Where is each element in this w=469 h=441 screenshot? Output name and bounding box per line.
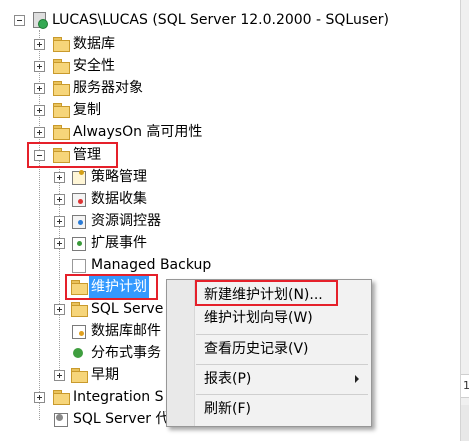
tree-item-label: SQL Server 代 (73, 411, 170, 427)
folder-icon (53, 81, 70, 96)
tree-item-label: 扩展事件 (91, 235, 147, 251)
menu-gutter (167, 280, 195, 426)
expand-icon[interactable] (34, 392, 45, 403)
expand-icon[interactable] (34, 105, 45, 116)
server-label: LUCAS\LUCAS (SQL Server 12.0.2000 - SQLu… (52, 12, 389, 28)
tree-item-label: 早期 (91, 367, 119, 383)
tree-item-label: 数据库 (73, 36, 115, 52)
folder-icon (71, 302, 88, 317)
highlight-maintenance-plans (65, 274, 158, 300)
tree-item-label: 安全性 (73, 58, 115, 74)
right-pane-block (461, 405, 469, 441)
folder-icon (53, 37, 70, 52)
mail-icon (71, 323, 87, 339)
expand-icon[interactable] (34, 127, 45, 138)
expand-icon[interactable] (54, 370, 65, 381)
tree-item-label: SQL Serve (91, 301, 164, 317)
menu-item-view-history[interactable]: 查看历史记录(V) (204, 338, 309, 360)
menu-separator (196, 334, 368, 335)
tree-item-label: 策略管理 (91, 169, 147, 185)
tree-item-label: 数据库邮件 (91, 323, 161, 339)
right-pane-fragment: 1 (463, 379, 469, 392)
extended-events-icon (71, 235, 87, 251)
expand-icon[interactable] (54, 216, 65, 227)
tree-item-label: AlwaysOn 高可用性 (73, 124, 203, 140)
highlight-new-maintenance-plan (195, 280, 338, 306)
submenu-arrow-icon (355, 375, 359, 383)
folder-icon (53, 103, 70, 118)
expand-icon[interactable] (34, 83, 45, 94)
expand-icon[interactable] (54, 304, 65, 315)
dtc-icon (71, 345, 87, 361)
expand-icon[interactable] (54, 238, 65, 249)
menu-item-maintenance-plan-wizard[interactable]: 维护计划向导(W) (204, 307, 313, 329)
highlight-management (27, 142, 118, 168)
right-pane-edge: 1 (460, 0, 469, 441)
data-collection-icon (71, 191, 87, 207)
resource-governor-icon (71, 213, 87, 229)
expand-icon[interactable] (54, 172, 65, 183)
tree-item-label: 复制 (73, 102, 101, 118)
expand-icon[interactable] (34, 39, 45, 50)
folder-icon (53, 390, 70, 405)
expand-icon[interactable] (54, 194, 65, 205)
expand-icon[interactable] (34, 61, 45, 72)
policy-icon (71, 169, 87, 185)
tree-item-label: Managed Backup (91, 257, 212, 273)
menu-separator (196, 364, 368, 365)
tree-item-label: 服务器对象 (73, 80, 143, 96)
server-icon (33, 12, 48, 29)
menu-separator (196, 394, 368, 395)
agent-icon (53, 411, 69, 427)
right-pane-field: 1 (461, 374, 469, 398)
folder-icon (53, 125, 70, 140)
managed-backup-icon (71, 257, 87, 273)
tree-item-label: 分布式事务 (91, 345, 161, 361)
tree-item-label: 资源调控器 (91, 213, 161, 229)
folder-icon (71, 368, 88, 383)
menu-item-refresh[interactable]: 刷新(F) (204, 398, 251, 420)
folder-icon (53, 59, 70, 74)
collapse-icon[interactable] (14, 15, 25, 26)
tree-item-label: 数据收集 (91, 191, 147, 207)
menu-item-reports[interactable]: 报表(P) (204, 368, 251, 390)
tree-item-label: Integration S (73, 389, 164, 405)
